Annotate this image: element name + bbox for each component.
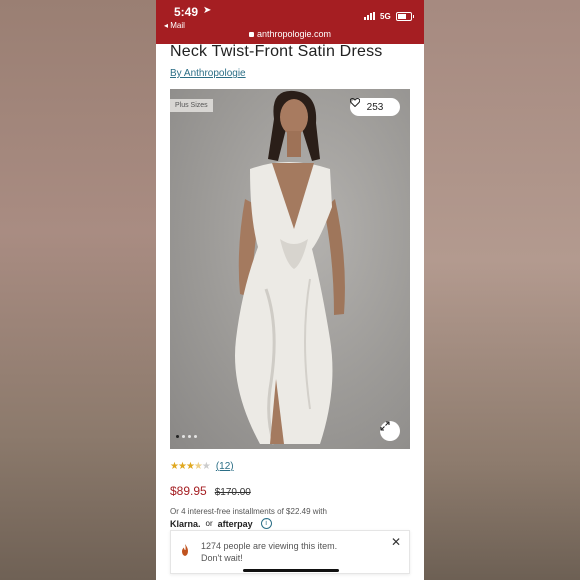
- image-pagination[interactable]: [176, 435, 197, 438]
- rating-row[interactable]: ★★★★★ (12): [170, 461, 234, 472]
- product-image[interactable]: Plus Sizes 253: [170, 89, 410, 449]
- pagination-dot[interactable]: [188, 435, 191, 438]
- address-bar[interactable]: anthropologie.com: [156, 29, 424, 39]
- price-row: $89.95 $170.00: [170, 484, 251, 498]
- expand-icon: [380, 421, 390, 431]
- or-text: or: [205, 519, 213, 528]
- signal-icon: [364, 12, 378, 20]
- plus-sizes-badge: Plus Sizes: [170, 99, 213, 112]
- brand-link[interactable]: By Anthropologie: [170, 68, 246, 79]
- pagination-dot[interactable]: [176, 435, 179, 438]
- heart-icon: [350, 98, 360, 107]
- toast-line-2: Don't wait!: [201, 553, 243, 563]
- payment-options: Klarna. or afterpay i: [170, 518, 272, 529]
- fire-icon: [182, 544, 188, 556]
- star-icon: ★: [177, 461, 187, 472]
- battery-icon: [396, 12, 414, 21]
- clock: 5:49: [174, 5, 199, 19]
- status-bar: 5:49 ➤ ◂ Mail 5G anthropologie.com: [156, 0, 424, 44]
- backdrop-left: [0, 0, 156, 580]
- star-icon: ★: [185, 461, 195, 472]
- star-rating: ★★★★★: [170, 461, 211, 472]
- network-type: 5G: [380, 12, 391, 21]
- toast-message: 1274 people are viewing this item. Don't…: [201, 540, 381, 564]
- toast-line-1: 1274 people are viewing this item.: [201, 541, 338, 551]
- pagination-dot[interactable]: [194, 435, 197, 438]
- sale-price: $89.95: [170, 484, 207, 498]
- afterpay-logo[interactable]: afterpay: [218, 519, 253, 529]
- favorites-count: 253: [366, 101, 384, 113]
- url-text: anthropologie.com: [256, 29, 332, 39]
- star-icon: ★: [201, 461, 211, 472]
- expand-image-button[interactable]: [380, 421, 400, 441]
- product-title: Neck Twist-Front Satin Dress: [170, 43, 383, 60]
- star-icon: ★: [193, 461, 203, 472]
- star-icon: ★: [170, 461, 179, 472]
- original-price: $170.00: [214, 487, 251, 498]
- navigation-arrow-icon: ➤: [203, 5, 212, 16]
- backdrop-right: [424, 0, 580, 580]
- home-indicator[interactable]: [243, 569, 339, 572]
- model-illustration: [235, 90, 345, 445]
- phone-screen: 5:49 ➤ ◂ Mail 5G anthropologie.com Neck …: [156, 0, 424, 580]
- favorite-button[interactable]: 253: [350, 98, 400, 116]
- info-icon[interactable]: i: [260, 518, 272, 529]
- review-count-link[interactable]: (12): [216, 461, 234, 472]
- lock-icon: [248, 32, 254, 37]
- viewers-toast: 1274 people are viewing this item. Don't…: [170, 530, 410, 574]
- installments-text: Or 4 interest-free installments of $22.4…: [170, 507, 327, 516]
- close-icon[interactable]: ✕: [391, 535, 401, 549]
- klarna-logo[interactable]: Klarna.: [170, 519, 201, 529]
- pagination-dot[interactable]: [182, 435, 185, 438]
